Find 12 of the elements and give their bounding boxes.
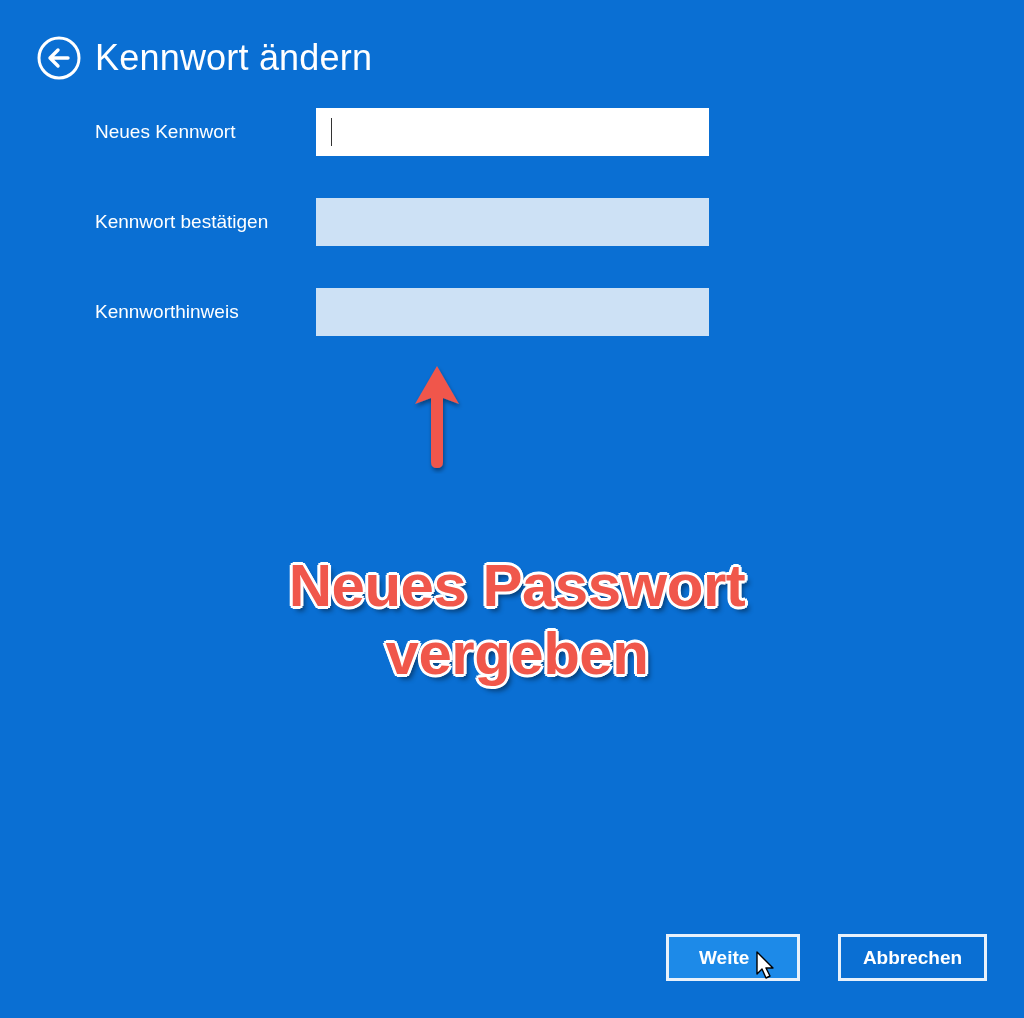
mouse-pointer-icon — [756, 951, 776, 980]
annotation-text: Neues Passwort vergeben — [287, 552, 747, 688]
back-button[interactable] — [37, 36, 81, 80]
field-label: Kennworthinweis — [95, 300, 240, 324]
next-button[interactable]: Weite — [666, 934, 800, 981]
password-field[interactable] — [316, 198, 709, 246]
field-label: Kennwort bestätigen — [95, 210, 270, 234]
page-title: Kennwort ändern — [95, 36, 373, 80]
password-field[interactable] — [316, 288, 709, 336]
field-label: Neues Kennwort — [95, 120, 237, 144]
cancel-button[interactable]: Abbrechen — [838, 934, 987, 981]
password-field[interactable] — [316, 108, 709, 156]
